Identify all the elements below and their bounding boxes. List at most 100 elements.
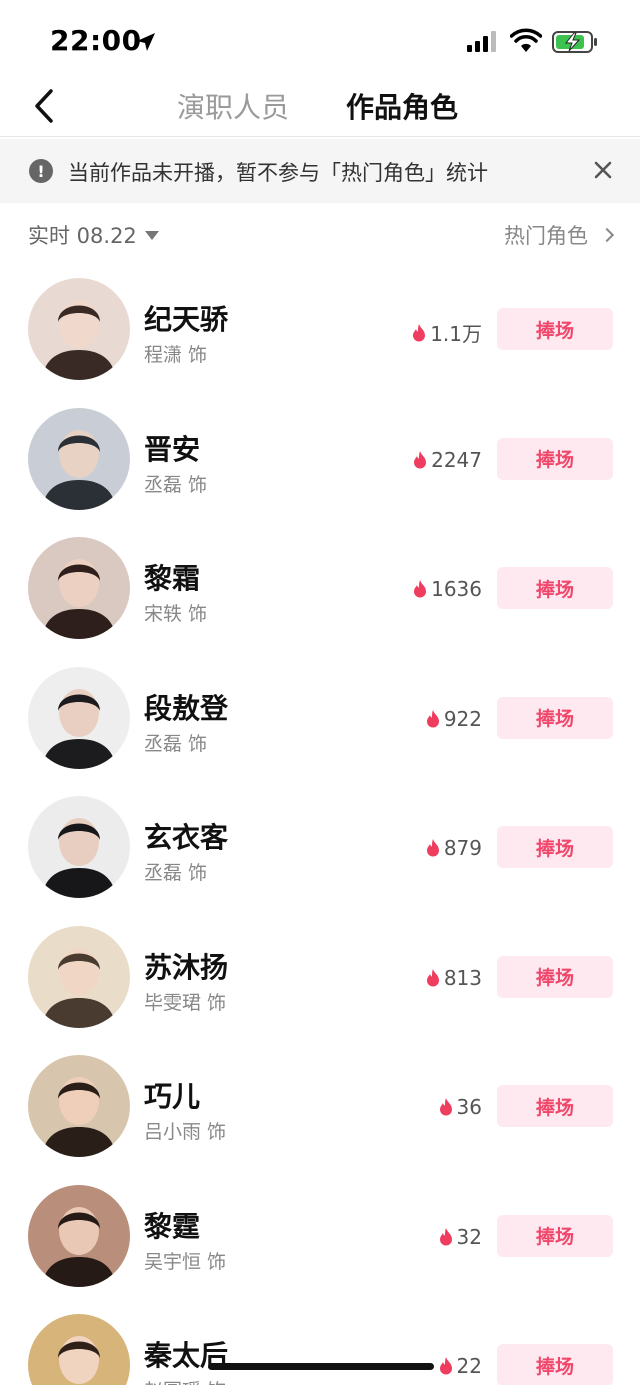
flame-icon bbox=[426, 839, 439, 857]
signal-icon bbox=[467, 31, 496, 52]
role-row[interactable]: 纪天骄 程潇 饰 1.1万 捧场 bbox=[0, 268, 640, 398]
location-arrow-icon bbox=[137, 33, 155, 51]
role-row[interactable]: 段敖登 丞磊 饰 922 捧场 bbox=[0, 657, 640, 787]
notice-text: 当前作品未开播，暂不参与「热门角色」统计 bbox=[68, 161, 488, 185]
support-button[interactable]: 捧场 bbox=[497, 1085, 613, 1127]
flame-icon bbox=[426, 968, 439, 986]
role-row[interactable]: 巧儿 吕小雨 饰 36 捧场 bbox=[0, 1045, 640, 1175]
close-button[interactable] bbox=[588, 155, 618, 185]
role-row[interactable]: 秦太后 赵圆瑗 饰 22 捧场 bbox=[0, 1304, 640, 1385]
tab-roles[interactable]: 作品角色 bbox=[346, 86, 458, 126]
role-name: 纪天骄 bbox=[144, 303, 229, 336]
support-button[interactable]: 捧场 bbox=[497, 696, 613, 739]
chevron-left-icon bbox=[35, 89, 53, 123]
support-button[interactable]: 捧场 bbox=[497, 1344, 613, 1385]
actor-name: 程潇 饰 bbox=[144, 344, 208, 366]
screen: 22:00 演职人员 作品角色 ! 当前作品未开播，暂不参与「热门角色」统计 实… bbox=[0, 0, 640, 1385]
support-button[interactable]: 捧场 bbox=[497, 1214, 613, 1257]
support-button[interactable]: 捧场 bbox=[497, 955, 613, 998]
flame-icon bbox=[414, 580, 427, 598]
hot-roles-link[interactable]: 热门角色 bbox=[504, 220, 615, 250]
heat-count: 2247 bbox=[412, 448, 482, 472]
avatar[interactable] bbox=[28, 925, 130, 1028]
tab-cast[interactable]: 演职人员 bbox=[177, 86, 289, 126]
flame-icon bbox=[439, 1098, 452, 1116]
actor-name: 宋轶 饰 bbox=[144, 603, 208, 625]
actor-name: 吴宇恒 饰 bbox=[144, 1250, 227, 1273]
support-button[interactable]: 捧场 bbox=[497, 437, 613, 480]
flame-icon bbox=[439, 1357, 452, 1375]
status-time: 22:00 bbox=[50, 24, 142, 57]
notice-banner: ! 当前作品未开播，暂不参与「热门角色」统计 bbox=[0, 139, 640, 203]
role-name: 晋安 bbox=[144, 432, 201, 466]
flame-icon bbox=[413, 323, 426, 341]
heat-value: 879 bbox=[443, 836, 482, 860]
heat-count: 813 bbox=[425, 966, 482, 990]
heat-count: 32 bbox=[438, 1225, 482, 1249]
header-nav: 演职人员 作品角色 bbox=[0, 80, 640, 136]
role-row[interactable]: 黎霆 吴宇恒 饰 32 捧场 bbox=[0, 1175, 640, 1305]
avatar[interactable] bbox=[28, 1314, 130, 1385]
flame-icon bbox=[439, 1227, 452, 1245]
flame-icon bbox=[426, 709, 439, 727]
role-name: 黎霜 bbox=[144, 562, 201, 595]
role-name: 玄衣客 bbox=[144, 821, 229, 854]
actor-name: 丞磊 饰 bbox=[144, 473, 208, 496]
role-name: 黎霆 bbox=[144, 1209, 201, 1243]
flame-icon bbox=[414, 450, 427, 468]
actor-name: 赵圆瑗 饰 bbox=[144, 1376, 226, 1385]
avatar[interactable] bbox=[28, 666, 130, 769]
heat-value: 22 bbox=[456, 1354, 482, 1378]
avatar[interactable] bbox=[28, 796, 130, 898]
avatar-image bbox=[28, 796, 130, 898]
hot-roles-label: 热门角色 bbox=[504, 224, 588, 248]
role-name: 苏沐扬 bbox=[144, 950, 229, 984]
heat-value: 32 bbox=[456, 1224, 482, 1249]
heat-value: 813 bbox=[443, 965, 482, 990]
support-button[interactable]: 捧场 bbox=[497, 826, 613, 868]
role-row[interactable]: 苏沐扬 毕雯珺 饰 813 捧场 bbox=[0, 916, 640, 1046]
avatar[interactable] bbox=[28, 1055, 130, 1157]
battery-charging-icon bbox=[552, 31, 597, 53]
date-filter-label: 实时 08.22 bbox=[28, 224, 137, 248]
heat-value: 36 bbox=[456, 1095, 482, 1119]
caret-down-icon bbox=[144, 230, 159, 240]
role-row[interactable]: 玄衣客 丞磊 饰 879 捧场 bbox=[0, 786, 640, 916]
actor-name: 吕小雨 饰 bbox=[144, 1121, 227, 1143]
heat-value: 922 bbox=[443, 706, 482, 731]
avatar[interactable] bbox=[28, 537, 130, 639]
filter-row: 实时 08.22 热门角色 bbox=[0, 212, 640, 258]
avatar-image bbox=[28, 537, 130, 639]
avatar-image bbox=[28, 666, 130, 769]
avatar-image bbox=[28, 1184, 130, 1287]
avatar-image bbox=[28, 1314, 130, 1385]
divider bbox=[0, 136, 640, 137]
role-name: 巧儿 bbox=[144, 1080, 201, 1113]
avatar[interactable] bbox=[28, 278, 130, 380]
role-row[interactable]: 晋安 丞磊 饰 2247 捧场 bbox=[0, 398, 640, 528]
heat-value: 1.1万 bbox=[430, 322, 482, 346]
chevron-right-icon bbox=[599, 227, 615, 243]
heat-value: 1636 bbox=[431, 577, 482, 601]
date-filter-dropdown[interactable]: 实时 08.22 bbox=[28, 220, 159, 250]
role-name: 段敖登 bbox=[144, 691, 229, 725]
actor-name: 丞磊 饰 bbox=[144, 732, 208, 755]
home-indicator bbox=[208, 1363, 434, 1370]
role-row[interactable]: 黎霜 宋轶 饰 1636 捧场 bbox=[0, 527, 640, 657]
avatar-image bbox=[28, 1055, 130, 1157]
info-icon: ! bbox=[29, 159, 53, 183]
status-bar: 22:00 bbox=[0, 0, 640, 80]
actor-name: 毕雯珺 饰 bbox=[144, 991, 227, 1014]
avatar-image bbox=[28, 925, 130, 1028]
avatar[interactable] bbox=[28, 407, 130, 510]
avatar-image bbox=[28, 278, 130, 380]
role-list: 纪天骄 程潇 饰 1.1万 捧场 晋安 丞磊 饰 2247 捧场 黎霜 宋轶 饰… bbox=[0, 268, 640, 1385]
avatar-image bbox=[28, 407, 130, 510]
avatar[interactable] bbox=[28, 1184, 130, 1287]
back-button[interactable] bbox=[24, 84, 64, 128]
heat-count: 922 bbox=[425, 707, 482, 731]
heat-count: 1.1万 bbox=[411, 318, 482, 347]
support-button[interactable]: 捧场 bbox=[497, 567, 613, 609]
wifi-icon bbox=[510, 28, 542, 52]
support-button[interactable]: 捧场 bbox=[497, 308, 613, 350]
